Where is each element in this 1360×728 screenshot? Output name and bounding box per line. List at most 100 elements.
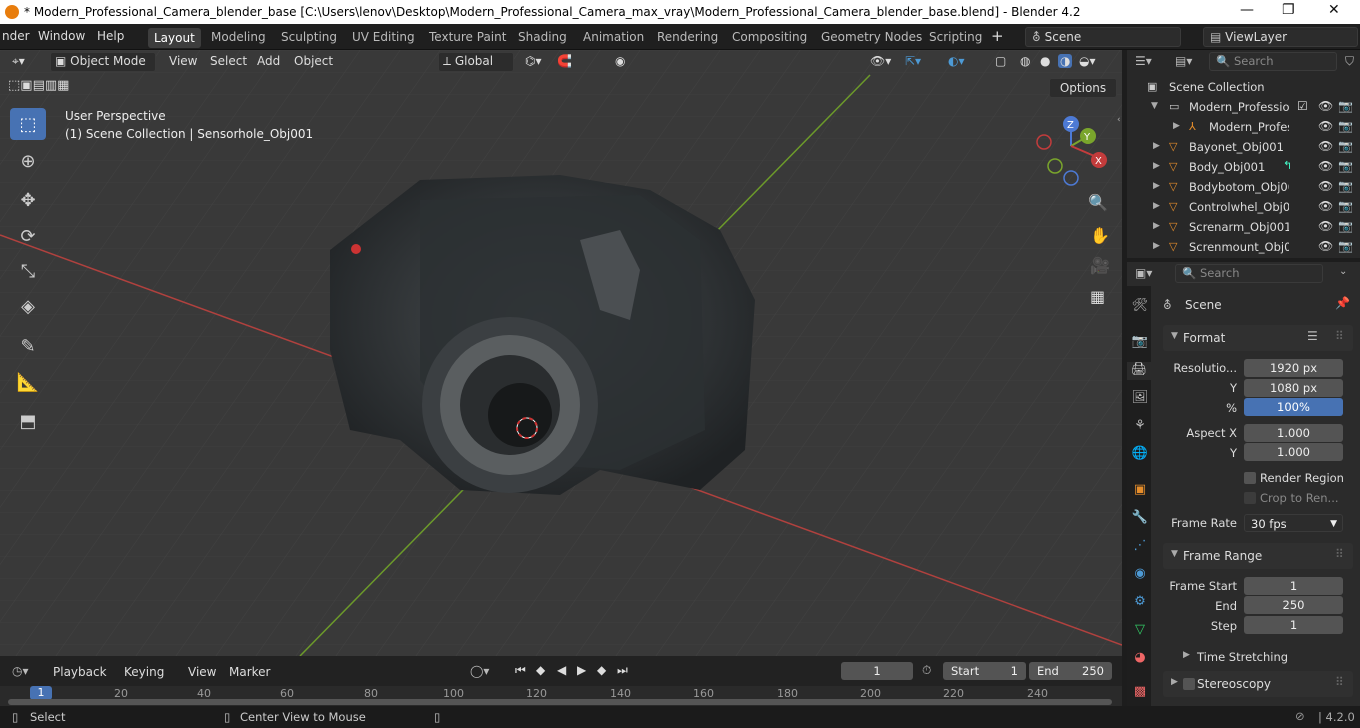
drag-handle-icon[interactable]: ⠿: [1335, 675, 1344, 689]
outliner-row[interactable]: ▶ ▽ Bodybotom_Obj00 👁 📷: [1127, 177, 1360, 197]
end-frame-field[interactable]: End 250: [1029, 662, 1112, 680]
physics-tab-icon[interactable]: ◉: [1131, 566, 1149, 584]
annotate-tool[interactable]: ✎: [10, 330, 46, 362]
view-layer-tab-icon[interactable]: 🖼: [1131, 390, 1149, 408]
outliner-row[interactable]: ▼ ▭ Modern_Professior ☑ 👁 📷: [1127, 97, 1360, 117]
tab-geometry-nodes[interactable]: Geometry Nodes: [815, 29, 928, 45]
menu-window[interactable]: Window: [38, 29, 85, 43]
collapse-icon[interactable]: ▼: [1151, 101, 1158, 111]
add-cube-tool[interactable]: ⬒: [10, 405, 46, 437]
properties-search-input[interactable]: 🔍 Search: [1175, 264, 1323, 283]
expand-icon[interactable]: ▶: [1153, 201, 1160, 211]
timeline-ruler[interactable]: 1 20 40 60 80 100 120 140 160 180 200 22…: [0, 686, 1122, 706]
preset-list-icon[interactable]: ☰: [1307, 329, 1318, 343]
tab-scripting[interactable]: Scripting: [923, 29, 988, 45]
properties-type-icon[interactable]: ▣▾: [1135, 266, 1152, 280]
scene-tab-icon[interactable]: ⚘: [1131, 418, 1149, 436]
tool-tab-icon[interactable]: 🛠: [1131, 298, 1149, 316]
expand-icon[interactable]: ▶: [1153, 161, 1160, 171]
tab-shading[interactable]: Shading: [512, 29, 573, 45]
pivot-icon[interactable]: ⌬▾: [525, 54, 542, 68]
properties-options-icon[interactable]: ⌄: [1339, 266, 1347, 277]
stereoscopy-panel-header[interactable]: ▶ Stereoscopy ⠿: [1163, 671, 1353, 697]
tab-sculpting[interactable]: Sculpting: [275, 29, 343, 45]
data-tab-icon[interactable]: ▽: [1131, 622, 1149, 640]
sidebar-toggle-icon[interactable]: ‹: [1117, 115, 1121, 125]
outliner-row[interactable]: ▶ ▽ Body_Obj001 ↰ 👁 📷: [1127, 157, 1360, 177]
outliner-search-input[interactable]: 🔍 Search: [1209, 52, 1337, 71]
expand-icon[interactable]: ▶: [1173, 121, 1180, 131]
outliner-row[interactable]: ▶ ▽ Screnarm_Obj001 👁 📷: [1127, 217, 1360, 237]
output-tab-icon[interactable]: 🖨: [1127, 362, 1151, 380]
minimize-button[interactable]: —: [1240, 2, 1254, 18]
pin-icon[interactable]: 📌: [1335, 296, 1350, 310]
eye-icon[interactable]: 👁: [1318, 119, 1333, 133]
menu-render[interactable]: nder: [2, 29, 30, 43]
outliner-row[interactable]: ▶ ⅄ Modern_Profes 👁 📷: [1127, 117, 1360, 137]
cursor-tool[interactable]: ⊕: [10, 145, 46, 177]
tab-uv-editing[interactable]: UV Editing: [346, 29, 421, 45]
play-reverse-icon[interactable]: ◀: [557, 663, 566, 677]
constraints-tab-icon[interactable]: ⚙: [1131, 594, 1149, 612]
zoom-icon[interactable]: 🔍: [1088, 193, 1108, 212]
timeline-editor-icon[interactable]: ◷▾: [12, 664, 29, 678]
stereoscopy-checkbox[interactable]: [1183, 678, 1195, 690]
expand-icon[interactable]: ▶: [1153, 221, 1160, 231]
camera-render-icon[interactable]: 📷: [1338, 99, 1353, 113]
menu-marker[interactable]: Marker: [229, 665, 270, 679]
camera-render-icon[interactable]: 📷: [1338, 119, 1353, 133]
frame-rate-select[interactable]: 30 fps ▼: [1244, 514, 1343, 532]
frame-end-field[interactable]: 250: [1244, 596, 1343, 614]
aspect-y-field[interactable]: 1.000: [1244, 443, 1343, 461]
menu-add[interactable]: Add: [257, 54, 280, 68]
tab-animation[interactable]: Animation: [577, 29, 650, 45]
resolution-pct-field[interactable]: 100%: [1244, 398, 1343, 416]
render-region-checkbox[interactable]: [1244, 472, 1256, 484]
expand-icon[interactable]: ▶: [1153, 181, 1160, 191]
drag-handle-icon[interactable]: ⠿: [1335, 329, 1344, 343]
menu-object[interactable]: Object: [294, 54, 333, 68]
camera-view-icon[interactable]: 🎥: [1090, 256, 1110, 275]
proportional-edit-icon[interactable]: ◉: [615, 54, 625, 68]
mode-selector[interactable]: ▣ Object Mode: [50, 52, 156, 72]
eye-icon[interactable]: 👁: [1318, 99, 1333, 113]
display-mode-icon[interactable]: ▤▾: [1175, 54, 1192, 68]
material-shading-icon[interactable]: ◑: [1058, 54, 1073, 68]
visibility-icon[interactable]: 👁▾: [870, 54, 891, 68]
auto-keying-icon[interactable]: ◯▾: [470, 664, 489, 678]
overlay-icon[interactable]: ◐▾: [948, 54, 965, 68]
menu-view[interactable]: View: [169, 54, 197, 68]
material-tab-icon[interactable]: ◕: [1131, 650, 1149, 668]
jump-start-icon[interactable]: ⏮: [515, 663, 526, 678]
crop-checkbox[interactable]: [1244, 492, 1256, 504]
camera-render-icon[interactable]: 📷: [1338, 179, 1353, 193]
resolution-y-field[interactable]: 1080 px: [1244, 379, 1343, 397]
eye-icon[interactable]: 👁: [1318, 139, 1333, 153]
eye-icon[interactable]: 👁: [1318, 199, 1333, 213]
expand-icon[interactable]: ▶: [1153, 241, 1160, 251]
tab-compositing[interactable]: Compositing: [726, 29, 813, 45]
camera-render-icon[interactable]: 📷: [1338, 199, 1353, 213]
outliner-row[interactable]: ▶ ▽ Controlwhel_Obj00 👁 📷: [1127, 197, 1360, 217]
outliner-row[interactable]: ▶ ▽ Bayonet_Obj001 👁 📷: [1127, 137, 1360, 157]
viewlayer-selector[interactable]: ▤ ViewLayer: [1203, 27, 1358, 47]
stopwatch-icon[interactable]: ⏱: [922, 663, 931, 678]
editor-type-icon[interactable]: ⌖▾: [12, 54, 25, 69]
eye-icon[interactable]: 👁: [1318, 219, 1333, 233]
eye-icon[interactable]: 👁: [1318, 179, 1333, 193]
play-icon[interactable]: ▶: [577, 663, 586, 677]
wireframe-shading-icon[interactable]: ◍: [1020, 54, 1030, 68]
outliner-row[interactable]: ▶ ▽ Screnmount_Obj00 👁 📷: [1127, 237, 1360, 257]
time-stretching-subpanel[interactable]: ▶ Time Stretching: [1183, 644, 1343, 670]
select-mode-icons[interactable]: ⬚▣▤▥▦: [8, 78, 69, 93]
navigation-gizmo[interactable]: Z Y X: [1033, 114, 1113, 194]
tab-layout[interactable]: Layout: [148, 28, 201, 48]
grid-view-icon[interactable]: ▦: [1090, 287, 1105, 306]
close-button[interactable]: ✕: [1328, 2, 1340, 18]
pan-hand-icon[interactable]: ✋: [1090, 226, 1110, 245]
outliner-row-scene-collection[interactable]: ▣ Scene Collection: [1127, 77, 1360, 97]
frame-step-field[interactable]: 1: [1244, 616, 1343, 634]
tab-texture-paint[interactable]: Texture Paint: [423, 29, 512, 45]
particles-tab-icon[interactable]: ⋰: [1131, 538, 1149, 556]
measure-tool[interactable]: 📐: [10, 366, 46, 398]
